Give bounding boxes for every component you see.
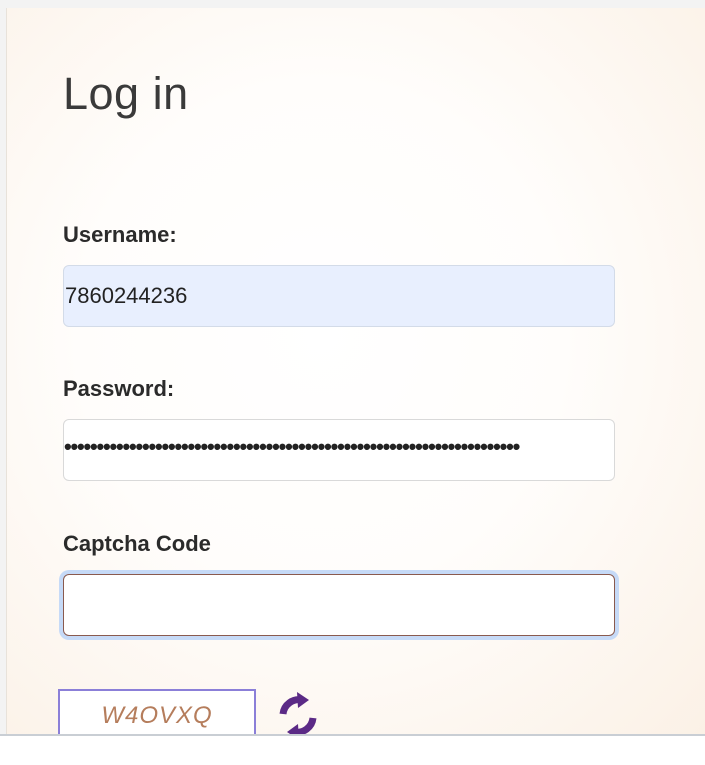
username-input[interactable] bbox=[63, 265, 615, 327]
page-title: Log in bbox=[63, 68, 189, 119]
password-label: Password: bbox=[63, 376, 175, 401]
page-footer-area bbox=[0, 736, 705, 765]
login-page: Log in Username: Password: •••••••••••••… bbox=[0, 0, 705, 765]
captcha-image-text: W4OVXQ bbox=[101, 702, 213, 729]
login-card: Log in Username: Password: •••••••••••••… bbox=[6, 8, 705, 734]
captcha-input[interactable] bbox=[63, 574, 615, 636]
password-input[interactable]: ••••••••••••••••••••••••••••••••••••••••… bbox=[63, 419, 615, 481]
password-mask: ••••••••••••••••••••••••••••••••••••••••… bbox=[64, 434, 520, 459]
username-label: Username: bbox=[63, 222, 177, 247]
captcha-label: Captcha Code bbox=[63, 531, 211, 556]
